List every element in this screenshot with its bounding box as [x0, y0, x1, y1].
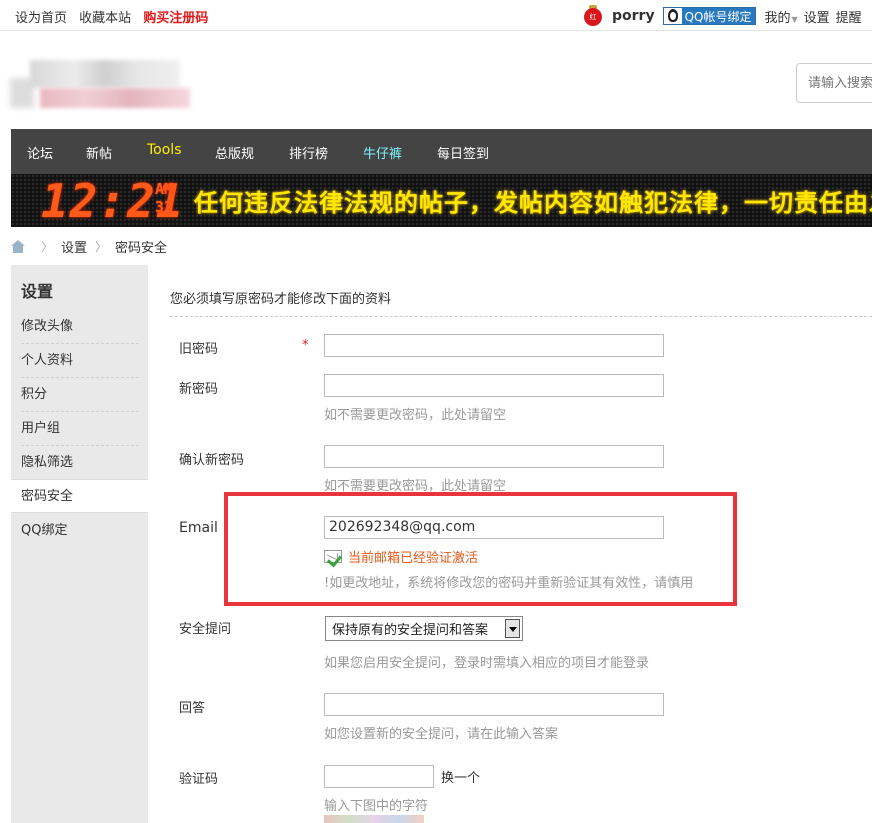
captcha-refresh-link[interactable]: 换一个 — [441, 767, 480, 786]
nav-rules[interactable]: 总版规 — [215, 143, 254, 162]
sidebar-item-qq-bind[interactable]: QQ绑定 — [21, 514, 139, 548]
nav-daily-checkin[interactable]: 每日签到 — [437, 143, 489, 162]
main-nav: 论坛 新帖 Tools 总版规 排行榜 牛仔裤 每日签到 — [11, 129, 872, 174]
security-question-select[interactable]: 保持原有的安全提问和答案 — [325, 616, 523, 641]
confirm-password-label: 确认新密码 — [179, 453, 245, 468]
led-ticker: 任何违反法律法规的帖子，发帖内容如触犯法律，一切责任由发 — [194, 189, 872, 217]
new-password-label: 新密码 — [179, 382, 219, 397]
email-label: Email — [179, 520, 218, 536]
buy-code-link[interactable]: 购买注册码 — [143, 11, 208, 26]
top-bar: 设为首页 收藏本站 购买注册码 红 porry QQ帐号绑定 我的▼ 设置 提醒 — [0, 0, 872, 31]
sidebar-item-credits[interactable]: 积分 — [21, 378, 139, 412]
captcha-label: 验证码 — [179, 772, 219, 787]
lantern-icon: 红 — [583, 5, 603, 27]
old-password-input[interactable] — [324, 334, 664, 357]
search-box — [796, 63, 872, 103]
sidebar-title: 设置 — [21, 282, 54, 301]
nav-forum[interactable]: 论坛 — [27, 143, 53, 162]
qq-bind-button[interactable]: QQ帐号绑定 — [662, 7, 757, 25]
mine-menu[interactable]: 我的▼ — [764, 7, 797, 26]
nav-jeans[interactable]: 牛仔裤 — [363, 143, 402, 162]
breadcrumb-separator: 〉 — [95, 240, 108, 254]
answer-hint: 如您设置新的安全提问，请在此输入答案 — [324, 727, 559, 742]
security-question-label: 安全提问 — [179, 622, 232, 637]
top-links: 设为首页 收藏本站 购买注册码 — [15, 7, 216, 26]
answer-input[interactable] — [324, 693, 664, 716]
captcha-input[interactable] — [324, 765, 434, 788]
confirm-password-input[interactable] — [324, 445, 664, 468]
led-banner: 12:21 AM 32 任何违反法律法规的帖子，发帖内容如触犯法律，一切责任由发 — [11, 174, 872, 227]
breadcrumb-password-security: 密码安全 — [115, 241, 168, 256]
sidebar-item-usergroup[interactable]: 用户组 — [21, 412, 139, 446]
breadcrumb-settings[interactable]: 设置 — [61, 237, 87, 256]
settings-sidebar: 设置 修改头像 个人资料 积分 用户组 隐私筛选 密码安全 QQ绑定 — [11, 265, 148, 823]
divider — [170, 316, 872, 317]
sidebar-item-privacy[interactable]: 隐私筛选 — [21, 446, 139, 480]
new-password-input[interactable] — [324, 374, 664, 397]
search-input[interactable] — [797, 64, 872, 102]
site-logo[interactable] — [10, 60, 190, 116]
old-password-label: 旧密码 — [179, 342, 219, 357]
bookmark-link[interactable]: 收藏本站 — [79, 11, 131, 26]
breadcrumb-separator: 〉 — [41, 240, 54, 254]
qq-bind-label: QQ帐号绑定 — [684, 9, 752, 24]
dropdown-arrow-icon[interactable] — [505, 619, 520, 638]
set-home-link[interactable]: 设为首页 — [15, 11, 67, 26]
sidebar-item-avatar[interactable]: 修改头像 — [21, 310, 139, 344]
led-ampm: AM 32 — [155, 180, 174, 216]
security-question-value: 保持原有的安全提问和答案 — [332, 623, 489, 638]
breadcrumb: 〉 设置 〉 密码安全 — [11, 237, 167, 256]
user-menu: 红 porry QQ帐号绑定 我的▼ 设置 提醒 — [583, 5, 868, 27]
sidebar-item-profile[interactable]: 个人资料 — [21, 344, 139, 378]
nav-ranking[interactable]: 排行榜 — [289, 143, 328, 162]
required-mark: * — [302, 338, 309, 353]
captcha-hint: 输入下图中的字符 — [324, 799, 429, 814]
username-link[interactable]: porry — [612, 8, 655, 24]
answer-label: 回答 — [179, 701, 206, 716]
captcha-image[interactable] — [324, 815, 424, 823]
qq-icon — [663, 8, 682, 24]
highlight-box — [224, 492, 737, 606]
sidebar-item-password-security[interactable]: 密码安全 — [11, 479, 148, 513]
settings-link[interactable]: 设置 — [804, 7, 830, 26]
form-notice: 您必须填写原密码才能修改下面的资料 — [170, 292, 392, 307]
nav-tools[interactable]: Tools — [147, 142, 182, 158]
chevron-down-icon: ▼ — [791, 14, 798, 24]
nav-new-posts[interactable]: 新帖 — [86, 143, 112, 162]
new-password-hint: 如不需要更改密码，此处请留空 — [324, 408, 507, 423]
remind-link[interactable]: 提醒 — [836, 7, 862, 26]
security-question-hint: 如果您启用安全提问，登录时需填入相应的项目才能登录 — [324, 656, 650, 671]
home-icon[interactable] — [11, 240, 25, 253]
